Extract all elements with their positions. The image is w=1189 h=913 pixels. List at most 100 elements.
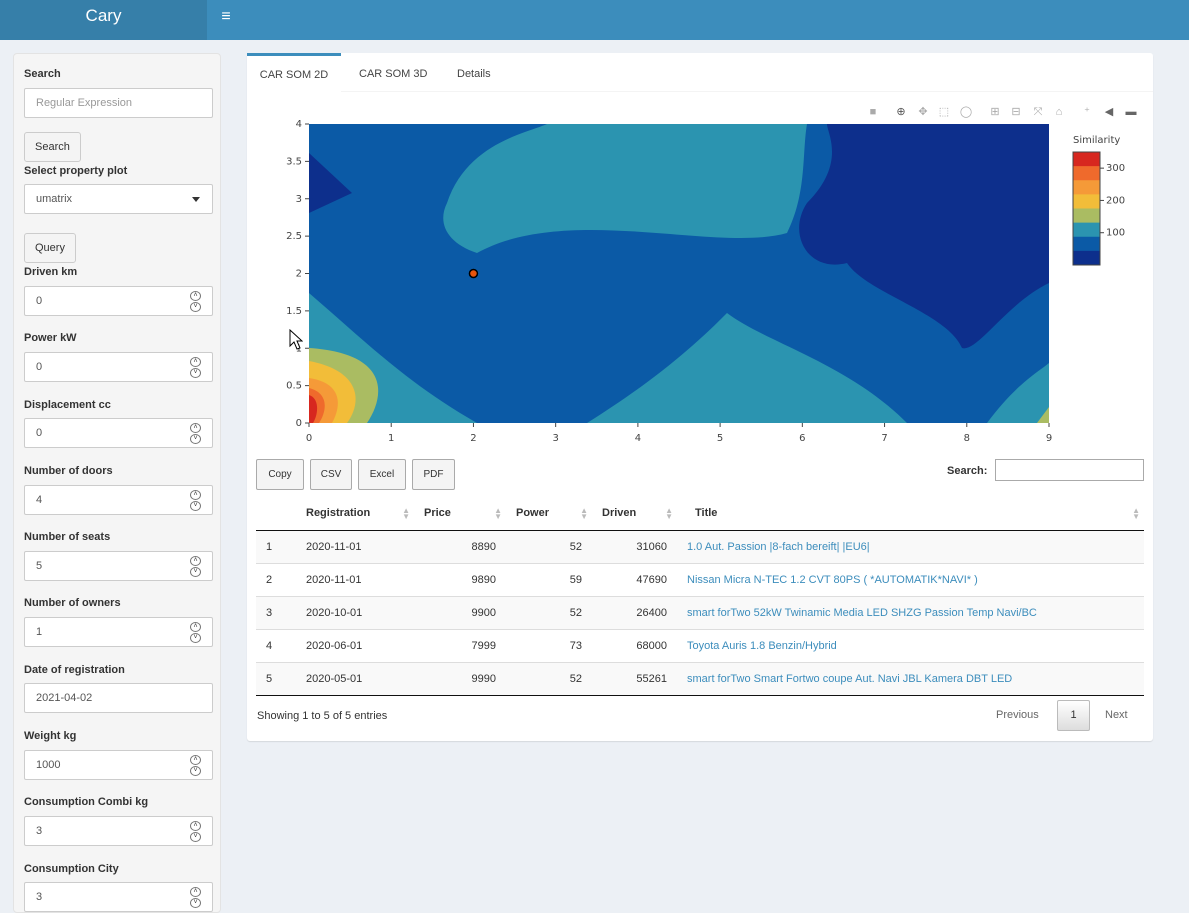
stepper-down-icon: ˅ bbox=[190, 633, 201, 643]
seats-input[interactable]: 5 ˄ ˅ bbox=[24, 551, 213, 581]
car-title-link[interactable]: Toyota Auris 1.8 Benzin/Hybrid bbox=[687, 640, 837, 652]
car-title-link[interactable]: smart forTwo 52kW Twinamic Media LED SHZ… bbox=[687, 607, 1037, 619]
weight-input[interactable]: 1000 ˄ ˅ bbox=[24, 750, 213, 780]
consumption-combi-value: 3 bbox=[36, 825, 43, 837]
colorbar-segment bbox=[1073, 222, 1100, 238]
owners-label: Number of owners bbox=[24, 597, 121, 609]
number-stepper[interactable]: ˄ ˅ bbox=[190, 423, 202, 445]
pagination-next[interactable]: Next bbox=[1105, 700, 1128, 731]
sort-icon: ▲ ▼ bbox=[1132, 506, 1140, 521]
x-tick-label: 6 bbox=[799, 433, 805, 444]
query-button[interactable]: Query bbox=[24, 233, 76, 263]
som-contour-plot[interactable]: 0123456789 00.511.522.533.54 Similarity … bbox=[247, 113, 1153, 453]
consumption-combi-input[interactable]: 3 ˄ ˅ bbox=[24, 816, 213, 846]
col-driven[interactable]: Driven ▲ ▼ bbox=[592, 497, 677, 531]
selected-node-marker[interactable] bbox=[468, 268, 479, 279]
stepper-up-icon: ˄ bbox=[190, 821, 201, 831]
number-stepper[interactable]: ˄ ˅ bbox=[190, 357, 202, 379]
sidebar-toggle-icon[interactable]: ≡ bbox=[210, 0, 242, 36]
main-tab-box: CAR SOM 2D CAR SOM 3D Details ■ ⊕ ✥ ⬚ ◯ … bbox=[247, 53, 1153, 741]
stepper-up-icon: ˄ bbox=[190, 423, 201, 433]
sort-icon: ▲ ▼ bbox=[580, 506, 588, 521]
tab-car-som-3d[interactable]: CAR SOM 3D bbox=[359, 53, 427, 92]
number-stepper[interactable]: ˄ ˅ bbox=[190, 755, 202, 777]
table-search-input[interactable] bbox=[995, 459, 1144, 481]
table-row[interactable]: 5 2020-05-01 9990 52 55261 smart forTwo … bbox=[256, 661, 1144, 696]
colorbar-title: Similarity bbox=[1073, 135, 1120, 146]
colorbar-segment bbox=[1073, 166, 1100, 181]
tab-car-som-2d[interactable]: CAR SOM 2D bbox=[247, 53, 341, 92]
pagination-previous[interactable]: Previous bbox=[996, 700, 1039, 731]
number-stepper[interactable]: ˄ ˅ bbox=[190, 490, 202, 512]
col-registration[interactable]: Registration ▲ ▼ bbox=[296, 497, 414, 531]
table-row[interactable]: 4 2020-06-01 7999 73 68000 Toyota Auris … bbox=[256, 628, 1144, 662]
property-plot-value: umatrix bbox=[36, 193, 73, 205]
col-index[interactable] bbox=[256, 497, 296, 531]
y-tick-label: 0 bbox=[296, 418, 302, 429]
cell-driven: 47690 bbox=[592, 562, 677, 596]
sort-icon: ▲ ▼ bbox=[494, 506, 502, 521]
weight-label: Weight kg bbox=[24, 730, 77, 742]
search-input[interactable]: Regular Expression bbox=[24, 88, 213, 118]
tab-bar: CAR SOM 2D CAR SOM 3D Details bbox=[247, 53, 1153, 92]
number-stepper[interactable]: ˄ ˅ bbox=[190, 887, 202, 909]
table-row[interactable]: 3 2020-10-01 9900 52 26400 smart forTwo … bbox=[256, 595, 1144, 629]
colorbar-segment bbox=[1073, 194, 1100, 209]
car-title-link[interactable]: Nissan Micra N-TEC 1.2 CVT 80PS ( *AUTOM… bbox=[687, 574, 978, 586]
search-button[interactable]: Search bbox=[24, 132, 81, 162]
x-tick-label: 3 bbox=[552, 433, 558, 444]
cell-index: 1 bbox=[256, 529, 296, 563]
pagination-page-1[interactable]: 1 bbox=[1057, 700, 1090, 731]
col-power[interactable]: Power ▲ ▼ bbox=[506, 497, 592, 531]
property-plot-label: Select property plot bbox=[24, 165, 128, 177]
col-title[interactable]: Title ▲ ▼ bbox=[677, 497, 1144, 531]
number-stepper[interactable]: ˄ ˅ bbox=[190, 291, 202, 313]
x-axis-ticks: 0 1 2 3 4 5 6 7 8 9 bbox=[306, 423, 1052, 444]
stepper-up-icon: ˄ bbox=[190, 556, 201, 566]
number-stepper[interactable]: ˄ ˅ bbox=[190, 556, 202, 578]
owners-input[interactable]: 1 ˄ ˅ bbox=[24, 617, 213, 647]
col-price[interactable]: Price ▲ ▼ bbox=[414, 497, 506, 531]
registration-date-label: Date of registration bbox=[24, 664, 125, 676]
stepper-down-icon: ˅ bbox=[190, 302, 201, 312]
x-tick-label: 7 bbox=[881, 433, 887, 444]
power-kw-input[interactable]: 0 ˄ ˅ bbox=[24, 352, 213, 382]
tab-details[interactable]: Details bbox=[457, 53, 491, 92]
cell-driven: 26400 bbox=[592, 595, 677, 629]
car-title-link[interactable]: 1.0 Aut. Passion |8-fach bereift| |EU6| bbox=[687, 541, 870, 553]
property-plot-select[interactable]: umatrix bbox=[24, 184, 213, 214]
displacement-input[interactable]: 0 ˄ ˅ bbox=[24, 418, 213, 448]
stepper-up-icon: ˄ bbox=[190, 887, 201, 897]
colorbar-segment bbox=[1073, 208, 1100, 224]
table-info: Showing 1 to 5 of 5 entries bbox=[257, 710, 388, 722]
app-logo: Cary bbox=[0, 0, 207, 40]
csv-button[interactable]: CSV bbox=[310, 459, 352, 490]
colorbar-tick-label: 300 bbox=[1106, 163, 1125, 174]
chevron-down-icon bbox=[192, 197, 200, 202]
stepper-down-icon: ˅ bbox=[190, 434, 201, 444]
number-stepper[interactable]: ˄ ˅ bbox=[190, 622, 202, 644]
car-title-link[interactable]: smart forTwo Smart Fortwo coupe Aut. Nav… bbox=[687, 673, 1012, 685]
sort-icon: ▲ ▼ bbox=[665, 506, 673, 521]
table-row[interactable]: 2 2020-11-01 9890 59 47690 Nissan Micra … bbox=[256, 562, 1144, 596]
copy-button[interactable]: Copy bbox=[256, 459, 304, 490]
cell-driven: 31060 bbox=[592, 529, 677, 563]
cell-registration: 2020-05-01 bbox=[296, 661, 414, 696]
number-stepper[interactable]: ˄ ˅ bbox=[190, 821, 202, 843]
cell-price: 9900 bbox=[414, 595, 506, 629]
displacement-value: 0 bbox=[36, 427, 43, 439]
driven-km-input[interactable]: 0 ˄ ˅ bbox=[24, 286, 213, 316]
seats-value: 5 bbox=[36, 560, 43, 572]
excel-button[interactable]: Excel bbox=[358, 459, 406, 490]
x-tick-label: 0 bbox=[306, 433, 312, 444]
table-row[interactable]: 1 2020-11-01 8890 52 31060 1.0 Aut. Pass… bbox=[256, 529, 1144, 563]
registration-date-input[interactable]: 2021-04-02 bbox=[24, 683, 213, 713]
sort-icon: ▲ ▼ bbox=[402, 506, 410, 521]
pdf-button[interactable]: PDF bbox=[412, 459, 455, 490]
cell-index: 3 bbox=[256, 595, 296, 629]
doors-input[interactable]: 4 ˄ ˅ bbox=[24, 485, 213, 515]
consumption-city-input[interactable]: 3 ˄ ˅ bbox=[24, 882, 213, 912]
driven-km-label: Driven km bbox=[24, 266, 78, 278]
seats-label: Number of seats bbox=[24, 531, 111, 543]
colorbar-ticks: 100 200 300 bbox=[1100, 163, 1125, 239]
